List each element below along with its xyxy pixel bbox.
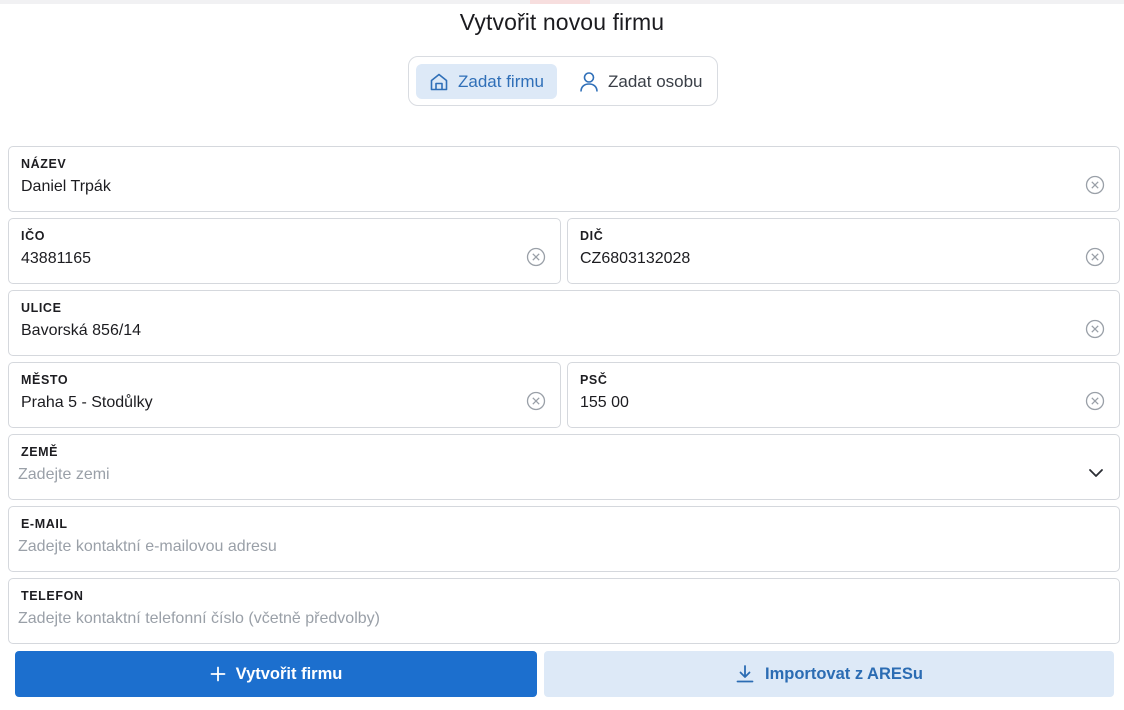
download-icon: [736, 665, 754, 683]
phone-field[interactable]: TELEFON Zadejte kontaktní telefonní čísl…: [8, 578, 1120, 644]
name-field[interactable]: NÁZEV Daniel Trpák: [8, 146, 1120, 212]
chevron-down-icon[interactable]: [1087, 466, 1105, 480]
email-placeholder[interactable]: Zadejte kontaktní e-mailovou adresu: [18, 538, 277, 556]
ico-label: IČO: [21, 229, 46, 243]
city-field[interactable]: MĚSTO Praha 5 - Stodůlky: [8, 362, 561, 428]
country-placeholder[interactable]: Zadejte zemi: [18, 466, 110, 484]
import-ares-label: Importovat z ARESu: [765, 664, 923, 683]
email-field[interactable]: E-MAIL Zadejte kontaktní e-mailovou adre…: [8, 506, 1120, 572]
home-icon: [430, 73, 448, 90]
clear-icon[interactable]: [1085, 247, 1105, 267]
import-ares-button[interactable]: Importovat z ARESu: [544, 651, 1114, 697]
zip-label: PSČ: [580, 373, 608, 387]
clear-icon[interactable]: [1085, 175, 1105, 195]
page-title: Vytvořit novou firmu: [459, 9, 665, 35]
country-select[interactable]: ZEMĚ Zadejte zemi: [8, 434, 1120, 500]
clear-icon[interactable]: [526, 247, 546, 267]
toggle-person-label: Zadat osobu: [608, 71, 703, 91]
create-company-label: Vytvořit firmu: [235, 664, 343, 683]
zip-value[interactable]: 155 00: [580, 394, 629, 412]
clear-icon[interactable]: [1085, 391, 1105, 411]
street-field[interactable]: ULICE Bavorská 856/14: [8, 290, 1120, 356]
city-label: MĚSTO: [21, 373, 69, 387]
phone-label: TELEFON: [21, 589, 84, 603]
ico-field[interactable]: IČO 43881165: [8, 218, 561, 284]
plus-icon: [210, 666, 226, 682]
email-label: E-MAIL: [21, 517, 68, 531]
clear-icon[interactable]: [526, 391, 546, 411]
dic-value[interactable]: CZ6803132028: [580, 250, 690, 268]
city-value[interactable]: Praha 5 - Stodůlky: [21, 394, 153, 412]
person-icon: [580, 71, 598, 92]
create-company-button[interactable]: Vytvořit firmu: [15, 651, 537, 697]
toggle-company-button[interactable]: Zadat firmu: [416, 64, 557, 99]
name-label: NÁZEV: [21, 157, 67, 171]
name-value[interactable]: Daniel Trpák: [21, 178, 111, 196]
dic-field[interactable]: DIČ CZ6803132028: [567, 218, 1120, 284]
clear-icon[interactable]: [1085, 319, 1105, 339]
street-label: ULICE: [21, 301, 62, 315]
zip-field[interactable]: PSČ 155 00: [567, 362, 1120, 428]
toggle-person-button[interactable]: Zadat osobu: [566, 64, 714, 99]
toggle-company-label: Zadat firmu: [458, 71, 544, 91]
phone-placeholder[interactable]: Zadejte kontaktní telefonní číslo (včetn…: [18, 610, 380, 628]
entity-type-toggle: Zadat firmu Zadat osobu: [408, 56, 718, 106]
top-accent-bar: [0, 0, 1124, 4]
country-label: ZEMĚ: [21, 445, 59, 459]
ico-value[interactable]: 43881165: [21, 250, 91, 268]
street-value[interactable]: Bavorská 856/14: [21, 322, 141, 340]
dic-label: DIČ: [580, 229, 604, 243]
